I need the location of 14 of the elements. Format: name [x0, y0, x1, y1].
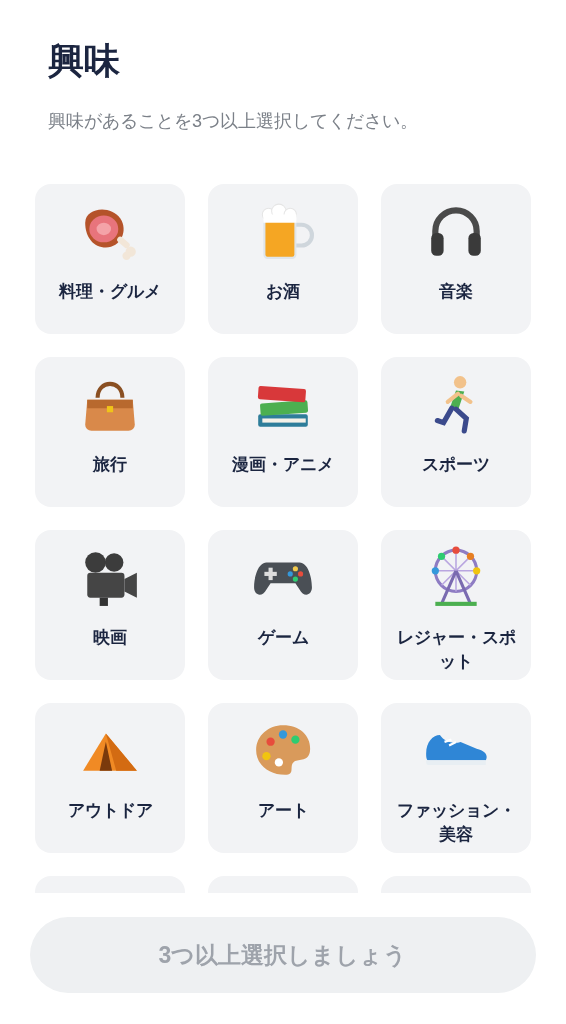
interest-card[interactable]: 映画 — [35, 530, 185, 680]
interest-card[interactable]: 旅行 — [35, 357, 185, 507]
interest-card[interactable]: 料理・グルメ — [35, 184, 185, 334]
instruction-text: 興味があることを3つ以上選択してください。 — [48, 110, 418, 133]
interest-card[interactable]: アート — [208, 703, 358, 853]
page-title: 興味 — [48, 39, 120, 83]
interest-card[interactable]: お酒 — [208, 184, 358, 334]
interest-card[interactable]: ファッション・美容 — [381, 703, 531, 853]
interest-card[interactable]: 音楽 — [381, 184, 531, 334]
interest-card[interactable]: アウトドア — [35, 703, 185, 853]
interest-card[interactable]: ゲーム — [208, 530, 358, 680]
interest-card[interactable]: レジャー・スポット — [381, 530, 531, 680]
interest-card[interactable]: 漫画・アニメ — [208, 357, 358, 507]
interest-card[interactable]: スポーツ — [381, 357, 531, 507]
